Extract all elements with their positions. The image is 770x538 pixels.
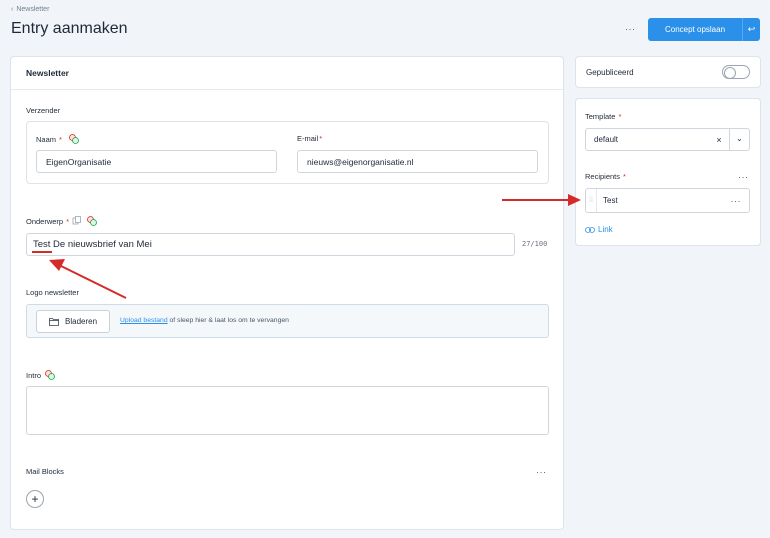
recipient-more-button[interactable]: ··· — [731, 196, 750, 206]
required-marker: * — [319, 134, 323, 143]
chevron-down-icon[interactable]: ⌄ — [729, 129, 749, 150]
link-icon — [585, 226, 595, 233]
published-card: Gepubliceerd — [575, 56, 761, 88]
upload-hint-text: of sleep hier & laat los om te vervangen — [167, 317, 289, 324]
intro-label: Intro — [26, 370, 42, 380]
required-marker: * — [59, 134, 62, 144]
subject-field[interactable]: Test De nieuwsbrief van Mei — [26, 233, 515, 256]
save-options-button[interactable]: ↩ — [742, 18, 760, 41]
recipients-label: Recipients — [585, 172, 621, 181]
mail-blocks-label: Mail Blocks — [26, 467, 64, 476]
email-field[interactable]: nieuws@eigenorganisatie.nl — [297, 150, 538, 173]
translate-icon[interactable] — [45, 370, 55, 380]
recipients-more-button[interactable]: ··· — [738, 172, 749, 182]
drag-handle-icon[interactable]: ⁞⁞ — [586, 189, 597, 212]
recipients-label-row: Recipients * — [585, 172, 626, 181]
mail-blocks-more-button[interactable]: ··· — [536, 467, 547, 477]
sender-section-label: Verzender — [26, 106, 61, 115]
required-marker: * — [618, 112, 622, 121]
breadcrumb-link[interactable]: Newsletter — [16, 6, 49, 13]
recipient-label: Test — [603, 196, 618, 205]
published-toggle[interactable] — [722, 65, 750, 79]
chevron-left-icon: ‹ — [11, 6, 14, 13]
email-label: E-mail — [297, 134, 319, 143]
template-label-row: Template * — [585, 112, 621, 121]
browse-button[interactable]: Bladeren — [36, 310, 111, 333]
folder-icon — [49, 318, 59, 326]
save-draft-button[interactable]: Concept opslaan — [648, 18, 742, 41]
copy-icon[interactable] — [72, 216, 82, 226]
page-title: Entry aanmaken — [11, 20, 128, 37]
name-label: Naam — [36, 134, 57, 144]
required-marker: * — [623, 172, 626, 181]
upload-hint: Upload bestand of sleep hier & laat los … — [120, 317, 289, 324]
link-recipient-button[interactable]: Link — [585, 225, 613, 234]
required-marker: * — [66, 216, 70, 226]
recipient-item[interactable]: ⁞⁞ Test ··· — [585, 188, 750, 213]
browse-label: Bladeren — [65, 317, 98, 326]
template-label: Template — [585, 112, 616, 121]
subject-char-counter: 27/100 — [522, 240, 548, 248]
translate-icon[interactable] — [87, 216, 97, 226]
subject-label-row: Onderwerp * — [26, 216, 97, 226]
upload-file-link[interactable]: Upload bestand — [120, 317, 168, 324]
name-label-row: Naam * — [36, 134, 79, 144]
published-label: Gepubliceerd — [586, 67, 634, 77]
clear-icon[interactable]: × — [709, 135, 729, 145]
subject-label: Onderwerp — [26, 216, 64, 226]
logo-label: Logo newsletter — [26, 288, 79, 297]
card-title: Newsletter — [11, 57, 563, 90]
translate-icon[interactable] — [69, 134, 79, 144]
email-label-row: E-mail * — [297, 134, 322, 143]
template-select[interactable]: default × ⌄ — [585, 128, 750, 151]
more-actions-button[interactable]: ··· — [625, 24, 636, 34]
link-label: Link — [598, 225, 613, 234]
add-block-button[interactable]: + — [26, 490, 44, 508]
intro-label-row: Intro — [26, 370, 55, 380]
name-field[interactable]: EigenOrganisatie — [36, 150, 277, 173]
breadcrumb[interactable]: ‹ Newsletter — [11, 6, 49, 13]
intro-textarea[interactable] — [26, 386, 549, 435]
template-value: default — [594, 135, 619, 144]
